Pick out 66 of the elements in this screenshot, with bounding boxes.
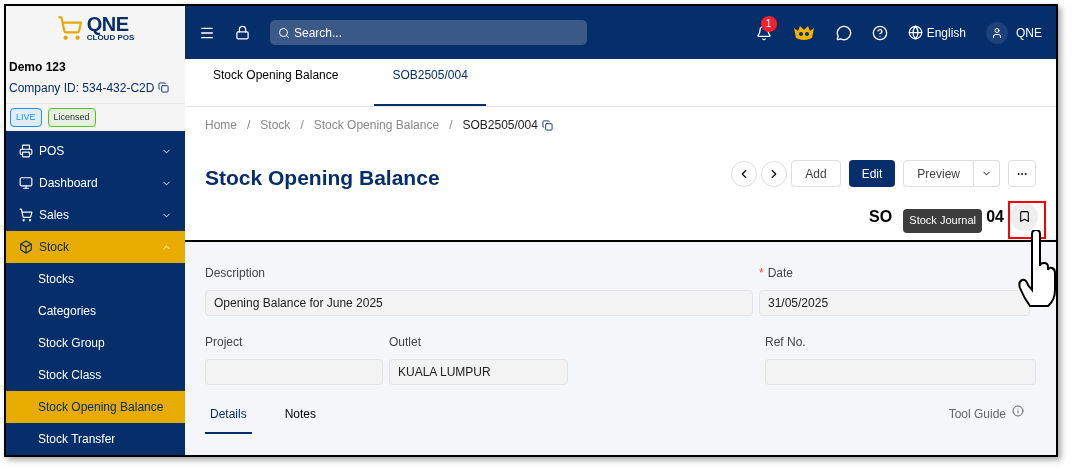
sidebar-subitem[interactable]: Stocks [6, 263, 185, 295]
page-tab[interactable]: SOB2505/004 [374, 66, 486, 106]
input-field[interactable]: 31/05/2025 [759, 289, 1030, 316]
breadcrumb-item[interactable]: Stock [260, 116, 291, 134]
field-label: Ref No. [765, 333, 806, 351]
cart-logo-icon [56, 14, 83, 41]
sidebar-subitem[interactable]: Categories [6, 295, 185, 327]
search-field[interactable]: Search... [270, 20, 587, 45]
field-label: Date [767, 264, 794, 282]
sidebar-item[interactable]: POS [6, 135, 185, 167]
notification-badge: 1 [760, 15, 777, 32]
language-selector[interactable]: English [907, 23, 966, 42]
add-button[interactable]: Add [791, 160, 841, 188]
copy-icon[interactable] [158, 82, 170, 93]
breadcrumb-separator: / [300, 117, 304, 134]
breadcrumb-separator: / [247, 117, 251, 134]
globe-icon [907, 25, 923, 40]
company-id: Company ID: 534-432-C2D [9, 79, 155, 97]
sidebar-item[interactable]: Sales [6, 199, 185, 231]
form-tab[interactable]: Notes [279, 404, 322, 434]
tooltip: Stock Journal [903, 208, 982, 233]
cube-icon [19, 240, 33, 254]
tool-guide-button[interactable]: Tool Guide [948, 404, 1036, 434]
printer-icon [19, 144, 33, 158]
monitor-icon [19, 176, 33, 190]
logo-name: QNE [86, 13, 130, 34]
search-icon [278, 26, 290, 39]
form-tab[interactable]: Details [205, 404, 252, 434]
info-icon [1012, 404, 1024, 417]
field-label: Outlet [389, 333, 421, 351]
cart-icon [19, 208, 33, 222]
user-menu[interactable]: QNE [986, 21, 1042, 44]
lock-icon[interactable] [235, 25, 250, 40]
sidebar-subitem[interactable]: Stock Group [6, 327, 185, 359]
preview-button[interactable]: Preview [903, 160, 974, 188]
breadcrumb-item[interactable]: Home [205, 116, 237, 134]
status-badge: Licensed [47, 107, 96, 127]
sidebar-item[interactable]: Dashboard [6, 167, 185, 199]
tool-guide-label: Tool Guide [948, 405, 1006, 423]
bookmark-icon [1017, 210, 1031, 223]
chat-icon[interactable] [835, 24, 852, 41]
sidebar-item[interactable]: Stock [6, 231, 185, 263]
help-icon[interactable] [871, 24, 888, 41]
field-label: Description [205, 264, 266, 282]
copy-icon[interactable] [541, 119, 553, 131]
breadcrumb-separator: / [449, 117, 453, 134]
document-number: 04 [986, 206, 1004, 227]
field-label: Project [205, 333, 243, 351]
input-field[interactable]: Opening Balance for June 2025 [205, 289, 753, 316]
avatar-icon [986, 21, 1008, 44]
breadcrumb-item: SOB2505/004 [462, 117, 538, 134]
sidebar-subitem[interactable]: Stock Class [6, 359, 185, 391]
edit-button[interactable]: Edit [848, 160, 896, 188]
language-label: English [926, 24, 966, 42]
required-mark: * [759, 264, 764, 282]
page-title: Stock Opening Balance [205, 165, 441, 191]
user-name: QNE [1016, 24, 1042, 42]
journal-button[interactable] [1010, 202, 1038, 231]
page-tab[interactable]: Stock Opening Balance [195, 66, 357, 106]
status-badge: LIVE [10, 107, 42, 127]
document-number: SO [869, 206, 893, 227]
breadcrumb-item[interactable]: Stock Opening Balance [313, 116, 440, 134]
company-name: Demo 123 [9, 58, 67, 76]
input-field[interactable]: KUALA LUMPUR [389, 358, 568, 385]
sidebar-subitem[interactable]: Stock Opening Balance [6, 391, 185, 423]
sidebar-subitem[interactable]: Stock Transfer [6, 423, 185, 455]
